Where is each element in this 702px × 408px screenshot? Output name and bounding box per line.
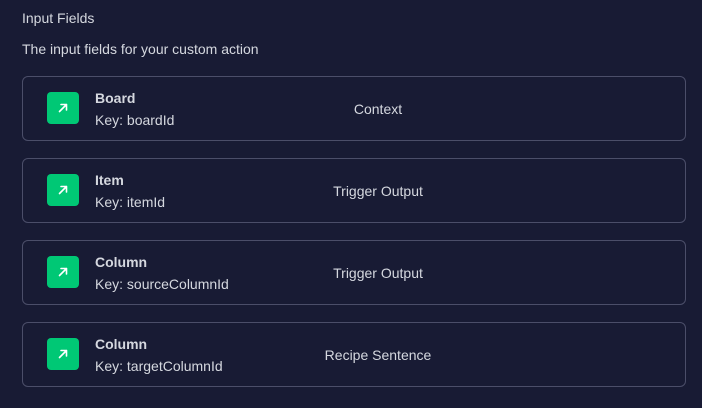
field-source: Trigger Output xyxy=(333,183,423,199)
field-key: Key: itemId xyxy=(95,194,166,210)
input-field-card-source-column[interactable]: Column Key: sourceColumnId Trigger Outpu… xyxy=(22,240,686,305)
field-name: Column xyxy=(95,254,148,270)
section-title: Input Fields xyxy=(22,10,95,26)
input-field-card-board[interactable]: Board Key: boardId Context xyxy=(22,76,686,141)
field-key: Key: targetColumnId xyxy=(95,358,223,374)
field-name: Item xyxy=(95,172,124,188)
arrow-up-right-icon xyxy=(47,338,79,370)
input-field-list: Board Key: boardId Context Item Key: ite… xyxy=(22,76,686,387)
field-key: Key: boardId xyxy=(95,112,175,128)
field-name: Board xyxy=(95,90,136,106)
section-description: The input fields for your custom action xyxy=(22,41,259,57)
field-source: Context xyxy=(353,101,403,117)
arrow-up-right-icon xyxy=(47,256,79,288)
field-key: Key: sourceColumnId xyxy=(95,276,229,292)
input-fields-panel: Input Fields The input fields for your c… xyxy=(0,0,702,408)
arrow-up-right-icon xyxy=(47,92,79,124)
arrow-up-right-icon xyxy=(47,174,79,206)
input-field-card-target-column[interactable]: Column Key: targetColumnId Recipe Senten… xyxy=(22,322,686,387)
field-source: Trigger Output xyxy=(333,265,423,281)
field-name: Column xyxy=(95,336,148,352)
input-field-card-item[interactable]: Item Key: itemId Trigger Output xyxy=(22,158,686,223)
field-source: Recipe Sentence xyxy=(324,347,432,363)
